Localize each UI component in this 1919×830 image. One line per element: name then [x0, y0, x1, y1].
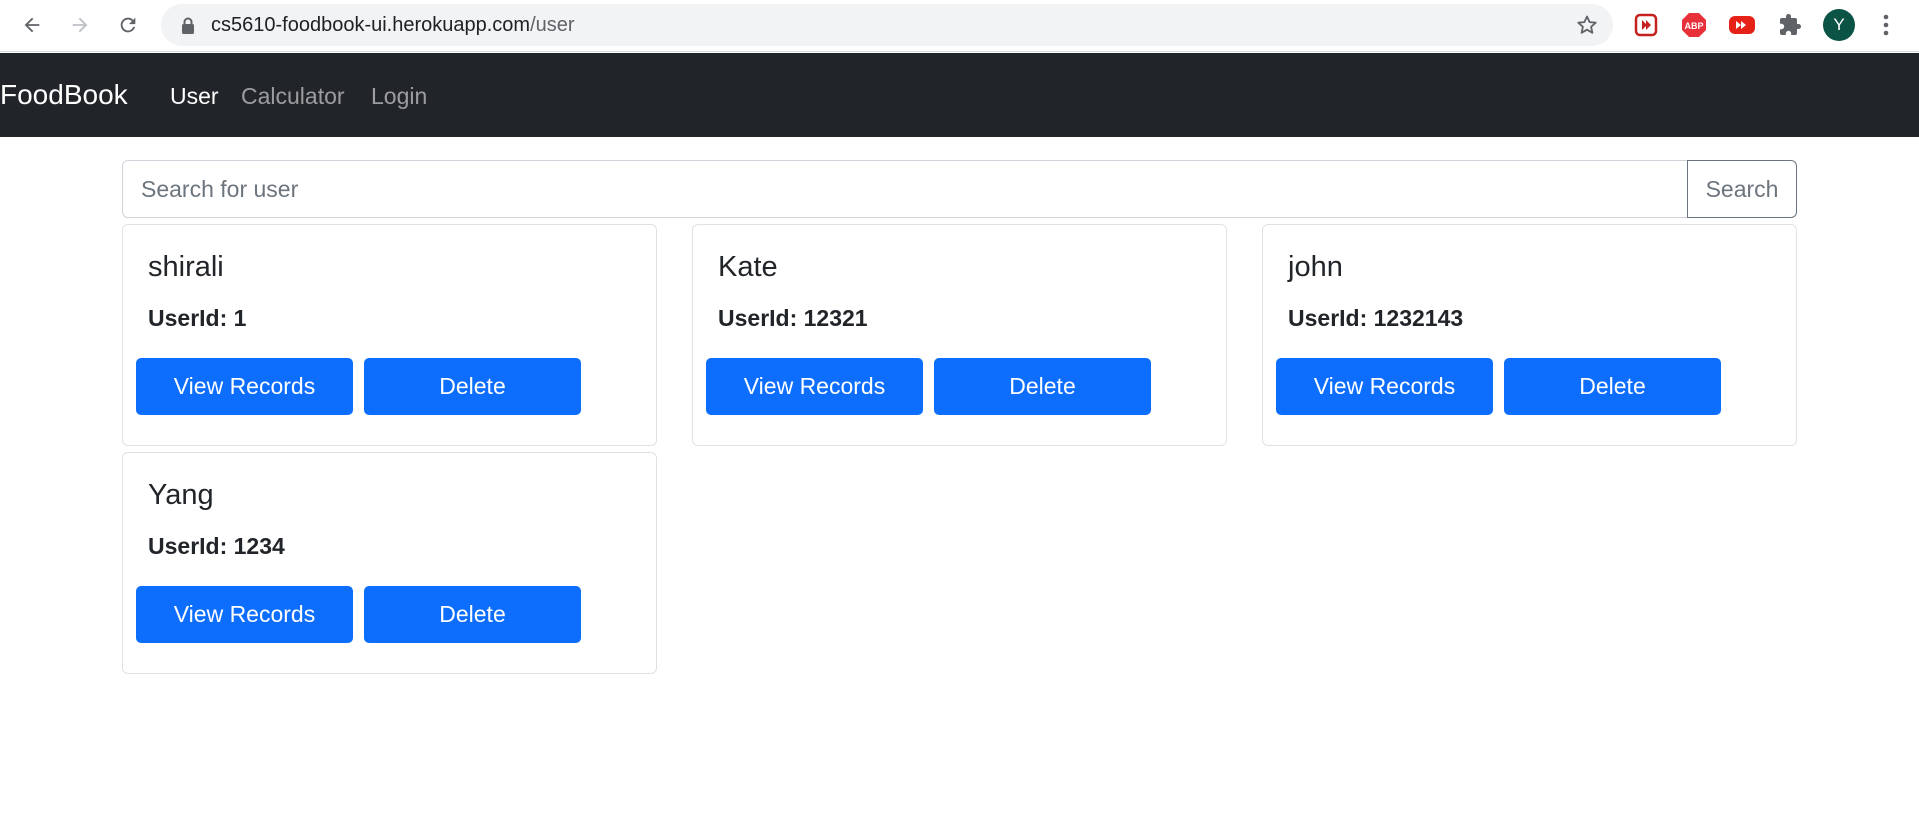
- search-input[interactable]: [122, 160, 1688, 218]
- star-icon[interactable]: [1575, 13, 1599, 42]
- delete-button[interactable]: Delete: [1504, 358, 1721, 415]
- url-path: /user: [530, 14, 575, 36]
- delete-button[interactable]: Delete: [934, 358, 1151, 415]
- user-name: Yang: [148, 479, 214, 511]
- url-host: cs5610-foodbook-ui.herokuapp.com: [211, 14, 531, 36]
- user-id: UserId: 1234: [148, 533, 285, 559]
- delete-button[interactable]: Delete: [364, 586, 581, 643]
- reload-icon[interactable]: [111, 8, 145, 42]
- user-card: shirali UserId: 1 View Records Delete: [122, 224, 657, 446]
- user-card: john UserId: 1232143 View Records Delete: [1262, 224, 1797, 446]
- adblock-label: ABP: [1684, 21, 1703, 31]
- search-button[interactable]: Search: [1687, 160, 1797, 218]
- app-navbar: FoodBook User Calculator Login: [0, 53, 1919, 137]
- user-id: UserId: 1232143: [1288, 305, 1464, 331]
- brand-logo[interactable]: FoodBook: [0, 79, 128, 111]
- nav-link-calculator[interactable]: Calculator: [241, 83, 345, 110]
- user-name: john: [1288, 251, 1343, 283]
- browser-toolbar: cs5610-foodbook-ui.herokuapp.com/user AB…: [0, 0, 1919, 52]
- lock-icon: [181, 17, 195, 39]
- user-name: Kate: [718, 251, 778, 283]
- user-card: Yang UserId: 1234 View Records Delete: [122, 452, 657, 674]
- forward-arrow-icon[interactable]: [63, 8, 97, 42]
- video-extension-icon[interactable]: [1632, 11, 1660, 39]
- adblock-extension-icon[interactable]: ABP: [1680, 11, 1708, 39]
- view-records-button[interactable]: View Records: [136, 586, 353, 643]
- view-records-button[interactable]: View Records: [1276, 358, 1493, 415]
- view-records-button[interactable]: View Records: [136, 358, 353, 415]
- url-text: cs5610-foodbook-ui.herokuapp.com/user: [211, 14, 575, 37]
- puzzle-extensions-icon[interactable]: [1776, 11, 1804, 39]
- user-name: shirali: [148, 251, 224, 283]
- search-bar: Search: [122, 160, 1797, 218]
- user-card: Kate UserId: 12321 View Records Delete: [692, 224, 1227, 446]
- nav-link-login[interactable]: Login: [371, 83, 427, 110]
- address-bar[interactable]: cs5610-foodbook-ui.herokuapp.com/user: [161, 4, 1613, 46]
- user-id: UserId: 12321: [718, 305, 868, 331]
- user-id: UserId: 1: [148, 305, 247, 331]
- nav-link-user[interactable]: User: [170, 83, 219, 110]
- view-records-button[interactable]: View Records: [706, 358, 923, 415]
- kebab-menu-icon[interactable]: [1872, 11, 1900, 39]
- profile-avatar[interactable]: Y: [1823, 9, 1855, 41]
- back-arrow-icon[interactable]: [15, 8, 49, 42]
- delete-button[interactable]: Delete: [364, 358, 581, 415]
- youtube-extension-icon[interactable]: [1728, 11, 1756, 39]
